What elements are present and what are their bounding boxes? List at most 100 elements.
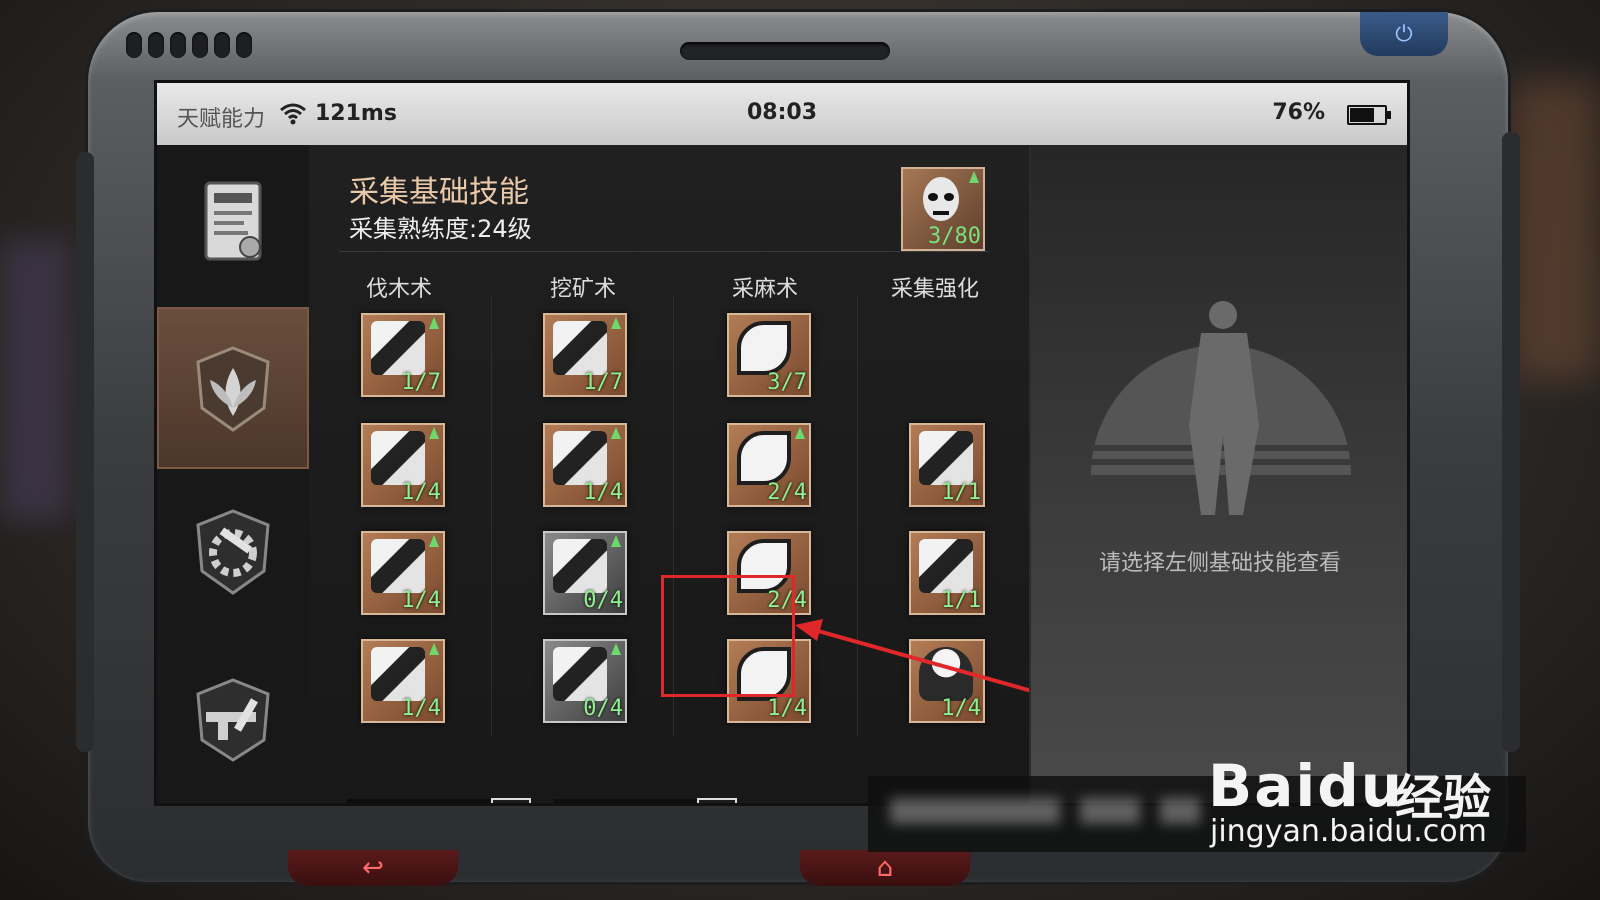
sidebar-item-trade[interactable] (157, 145, 309, 305)
upgrade-arrow-icon (611, 535, 621, 547)
screen: 天赋能力 121ms 08:03 76% 采集基础技能 采集熟练度:24级 3/… (154, 80, 1410, 806)
back-button[interactable]: ↩ (288, 850, 458, 886)
skill-node-mining-1[interactable]: 1/7 (543, 313, 627, 397)
upgrade-arrow-icon (429, 317, 439, 329)
blurred-text (890, 798, 1060, 824)
skill-node-count: 2/4 (767, 480, 807, 505)
column-divider (491, 295, 492, 735)
silver-currency: S 139390 + (553, 798, 737, 806)
skills-title: 采集基础技能 (349, 175, 529, 210)
silver-amount: 139390 (597, 804, 689, 806)
gold-currency: G 507684 + (347, 798, 531, 806)
back-arrow-icon: ↩ (362, 853, 384, 883)
skills-level: 采集熟练度:24级 (349, 215, 532, 243)
skill-node-mining-4[interactable]: 0/4 (543, 639, 627, 723)
gathering-leaf-icon (196, 346, 270, 432)
header-divider (339, 251, 989, 252)
skill-node-enhance-2[interactable]: 1/1 (909, 531, 985, 615)
hatchet-icon (371, 539, 425, 593)
upgrade-arrow-icon (429, 643, 439, 655)
home-button[interactable]: ⌂ (800, 850, 970, 886)
side-rail-left (76, 152, 94, 752)
power-button[interactable]: ⏻ (1360, 12, 1448, 56)
skill-node-count: 0/4 (583, 696, 623, 721)
skill-node-count: 1/4 (401, 588, 441, 613)
blurred-text (1160, 798, 1200, 824)
sidebar-item-crafting[interactable] (157, 471, 309, 631)
column-header-enhance: 采集强化 (890, 277, 979, 302)
clock: 08:03 (746, 100, 818, 125)
annotation-arrow-icon (795, 619, 1040, 695)
upgrade-arrow-icon (611, 317, 621, 329)
pickaxe-icon (553, 539, 607, 593)
add-silver-button[interactable]: + (696, 798, 737, 803)
annotation-highlight-box (661, 575, 795, 697)
skill-node-hemp-2[interactable]: 2/4 (727, 423, 811, 507)
skill-node-count: 1/4 (401, 696, 441, 721)
skills-panel: 采集基础技能 采集熟练度:24级 3/80 伐木术 挖矿术 采麻术 采集强化 1… (309, 145, 1040, 806)
skill-node-hemp-1[interactable]: 3/7 (727, 313, 811, 397)
skill-node-logging-3[interactable]: 1/4 (361, 531, 445, 615)
background-blur-left (0, 240, 70, 520)
chop-icon (371, 647, 425, 701)
flower-icon (737, 431, 791, 485)
skill-points-value: 3/80 (928, 224, 981, 249)
column-header-mining: 挖矿术 (549, 277, 616, 302)
skill-node-count: 3/7 (767, 370, 807, 395)
upgrade-arrow-icon (969, 171, 979, 183)
skill-points-badge: 3/80 (901, 167, 985, 251)
side-rail-right (1502, 132, 1520, 752)
skill-node-count: 0/4 (583, 588, 623, 613)
skill-node-logging-1[interactable]: 1/7 (361, 313, 445, 397)
watermark-url: jingyan.baidu.com (1210, 814, 1487, 849)
detail-hint-text: 请选择左侧基础技能查看 (1098, 551, 1341, 576)
plant-icon (737, 321, 791, 375)
gold-amount: 507684 (391, 804, 483, 806)
add-gold-button[interactable]: + (490, 798, 531, 803)
upgrade-arrow-icon (429, 535, 439, 547)
crafting-gear-icon (196, 509, 270, 595)
skill-node-count: 1/7 (583, 370, 623, 395)
gold-coin-icon: G (357, 805, 383, 806)
skill-node-count: 1/4 (583, 480, 623, 505)
status-bar: 天赋能力 121ms 08:03 76% (157, 83, 1407, 145)
character-face-icon (923, 177, 959, 221)
upgrade-arrow-icon (429, 427, 439, 439)
skill-node-count: 1/1 (941, 480, 981, 505)
skill-node-logging-2[interactable]: 1/4 (361, 423, 445, 507)
pickaxe-icon (553, 321, 607, 375)
speaker-grille (126, 32, 252, 58)
skill-node-mining-3[interactable]: 0/4 (543, 531, 627, 615)
saw-icon (371, 431, 425, 485)
power-icon: ⏻ (1395, 21, 1413, 47)
skill-node-mining-2[interactable]: 1/4 (543, 423, 627, 507)
watermark-logo: Baidu (1208, 752, 1405, 820)
sidebar-item-gathering[interactable] (157, 307, 309, 469)
axe-icon (371, 321, 425, 375)
background-blur-right (1510, 80, 1600, 380)
skill-node-count: 1/1 (941, 588, 981, 613)
silver-coin-icon: S (563, 805, 589, 806)
top-slot (680, 42, 890, 60)
upgrade-arrow-icon (611, 427, 621, 439)
hammer-icon (919, 539, 973, 593)
sidebar (157, 145, 309, 803)
sidebar-item-weapon[interactable] (157, 633, 309, 803)
trade-certificate-icon (204, 181, 262, 261)
upgrade-arrow-icon (795, 427, 805, 439)
weapon-icon (196, 678, 270, 762)
column-header-hemp: 采麻术 (731, 277, 798, 302)
skill-detail-panel: 请选择左侧基础技能查看 (1029, 145, 1407, 803)
character-silhouette-icon (1091, 301, 1351, 515)
home-icon: ⌂ (876, 853, 894, 883)
battery-fill (1350, 108, 1375, 122)
skill-node-count: 1/7 (401, 370, 441, 395)
pickaxe-icon (553, 647, 607, 701)
skill-node-count: 1/4 (401, 480, 441, 505)
hammer-icon (919, 431, 973, 485)
skill-node-logging-4[interactable]: 1/4 (361, 639, 445, 723)
skill-node-enhance-1[interactable]: 1/1 (909, 423, 985, 507)
battery-percent: 76% (1272, 100, 1325, 125)
blurred-text (1080, 798, 1140, 824)
upgrade-arrow-icon (611, 643, 621, 655)
